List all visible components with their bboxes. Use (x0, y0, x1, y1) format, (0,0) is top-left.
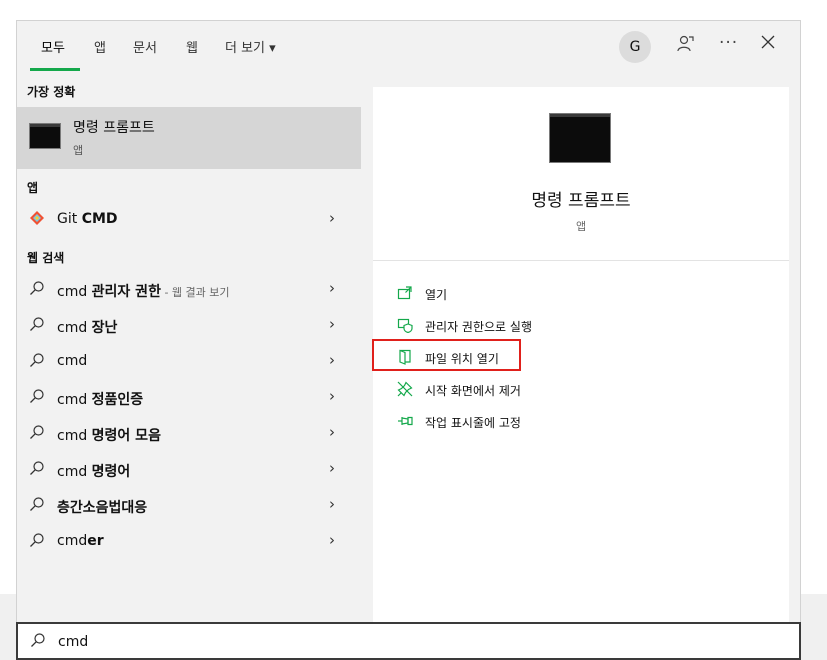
divider (373, 260, 789, 261)
best-match-item[interactable]: 명령 프롬프트 앱 (17, 107, 361, 169)
more-options-icon[interactable]: ··· (719, 33, 738, 53)
result-bold: 층간소음법대응 (57, 500, 148, 516)
web-search-heading: 웹 검색 (27, 251, 65, 265)
search-icon (29, 280, 45, 300)
result-bold: 명령어 (91, 464, 131, 480)
tab-web[interactable]: 웹 (186, 37, 198, 56)
best-match-subtitle: 앱 (73, 144, 84, 157)
result-plain: cmd (57, 533, 88, 549)
preview-title: 명령 프롬프트 (531, 191, 631, 211)
search-icon (29, 460, 45, 480)
web-result-item[interactable]: cmd 관리자 권한 - 웹 결과 보기 › (17, 273, 361, 307)
filter-tab-bar: 모두 앱 문서 웹 더 보기 ▾ G ··· (17, 21, 800, 73)
git-icon (29, 210, 45, 230)
results-list: 가장 정확 명령 프롬프트 앱 앱 Git CMD › 웹 검색 cmd 관리자… (17, 73, 361, 625)
tab-all[interactable]: 모두 (41, 37, 65, 56)
web-result-item[interactable]: cmd › (17, 345, 361, 379)
result-plain: cmd (57, 353, 88, 369)
tab-apps[interactable]: 앱 (94, 37, 106, 56)
app-label-plain: Git (57, 211, 82, 227)
chevron-right-icon[interactable]: › (329, 209, 335, 227)
tab-documents[interactable]: 문서 (133, 37, 157, 56)
search-icon (29, 388, 45, 408)
best-match-title: 명령 프롬프트 (73, 120, 155, 136)
search-panel: 모두 앱 문서 웹 더 보기 ▾ G ··· 가장 정확 명령 프롬프트 앱 앱… (16, 20, 801, 625)
unpin-icon (397, 381, 413, 397)
action-label: 관리자 권한으로 실행 (425, 320, 532, 334)
search-box[interactable] (16, 622, 801, 660)
search-input[interactable] (56, 630, 760, 654)
result-plain: cmd (57, 428, 92, 444)
result-plain: cmd (57, 320, 92, 336)
web-result-item[interactable]: cmd 장난 › (17, 309, 361, 343)
account-avatar[interactable]: G (619, 31, 651, 63)
chevron-right-icon[interactable]: › (329, 531, 335, 549)
web-result-item[interactable]: 층간소음법대응 › (17, 489, 361, 523)
apps-heading: 앱 (27, 181, 39, 195)
search-icon (30, 632, 46, 652)
result-bold: 관리자 권한 (91, 284, 161, 300)
chevron-right-icon[interactable]: › (329, 423, 335, 441)
search-icon (29, 352, 45, 372)
chevron-right-icon[interactable]: › (329, 315, 335, 333)
web-result-item[interactable]: cmd 명령어 모음 › (17, 417, 361, 451)
search-icon (29, 316, 45, 336)
shield-icon (397, 317, 413, 334)
chevron-right-icon[interactable]: › (329, 459, 335, 477)
open-icon (397, 285, 413, 301)
chevron-right-icon[interactable]: › (329, 351, 335, 369)
chevron-right-icon[interactable]: › (329, 279, 335, 297)
web-result-item[interactable]: cmd 명령어 › (17, 453, 361, 487)
chevron-right-icon[interactable]: › (329, 495, 335, 513)
best-match-heading: 가장 정확 (27, 85, 76, 99)
chevron-right-icon[interactable]: › (329, 387, 335, 405)
action-label: 작업 표시줄에 고정 (425, 416, 521, 430)
result-plain: cmd (57, 284, 92, 300)
action-label: 열기 (425, 288, 448, 302)
app-item-git-cmd[interactable]: Git CMD › (17, 203, 361, 237)
search-icon (29, 424, 45, 444)
command-prompt-icon (29, 123, 61, 149)
search-icon (29, 532, 45, 552)
close-icon[interactable] (760, 34, 776, 55)
result-bold: 명령어 모음 (91, 428, 161, 444)
tab-more[interactable]: 더 보기 ▾ (225, 37, 276, 56)
feedback-icon[interactable] (675, 34, 695, 59)
command-prompt-large-icon (549, 113, 611, 163)
preview-subtitle: 앱 (575, 220, 587, 233)
search-icon (29, 496, 45, 516)
result-bold: er (87, 533, 104, 549)
result-plain: cmd (57, 392, 92, 408)
web-result-item[interactable]: cmder › (17, 525, 361, 559)
highlight-box (372, 339, 521, 371)
app-label-bold: CMD (81, 211, 118, 227)
result-plain: cmd (57, 464, 92, 480)
result-bold: 정품인증 (91, 392, 144, 408)
result-bold: 장난 (91, 320, 118, 336)
active-tab-indicator (30, 68, 80, 71)
web-result-item[interactable]: cmd 정품인증 › (17, 381, 361, 415)
result-suffix: - 웹 결과 보기 (160, 286, 230, 299)
pin-icon (397, 413, 413, 429)
action-label: 시작 화면에서 제거 (425, 384, 521, 398)
